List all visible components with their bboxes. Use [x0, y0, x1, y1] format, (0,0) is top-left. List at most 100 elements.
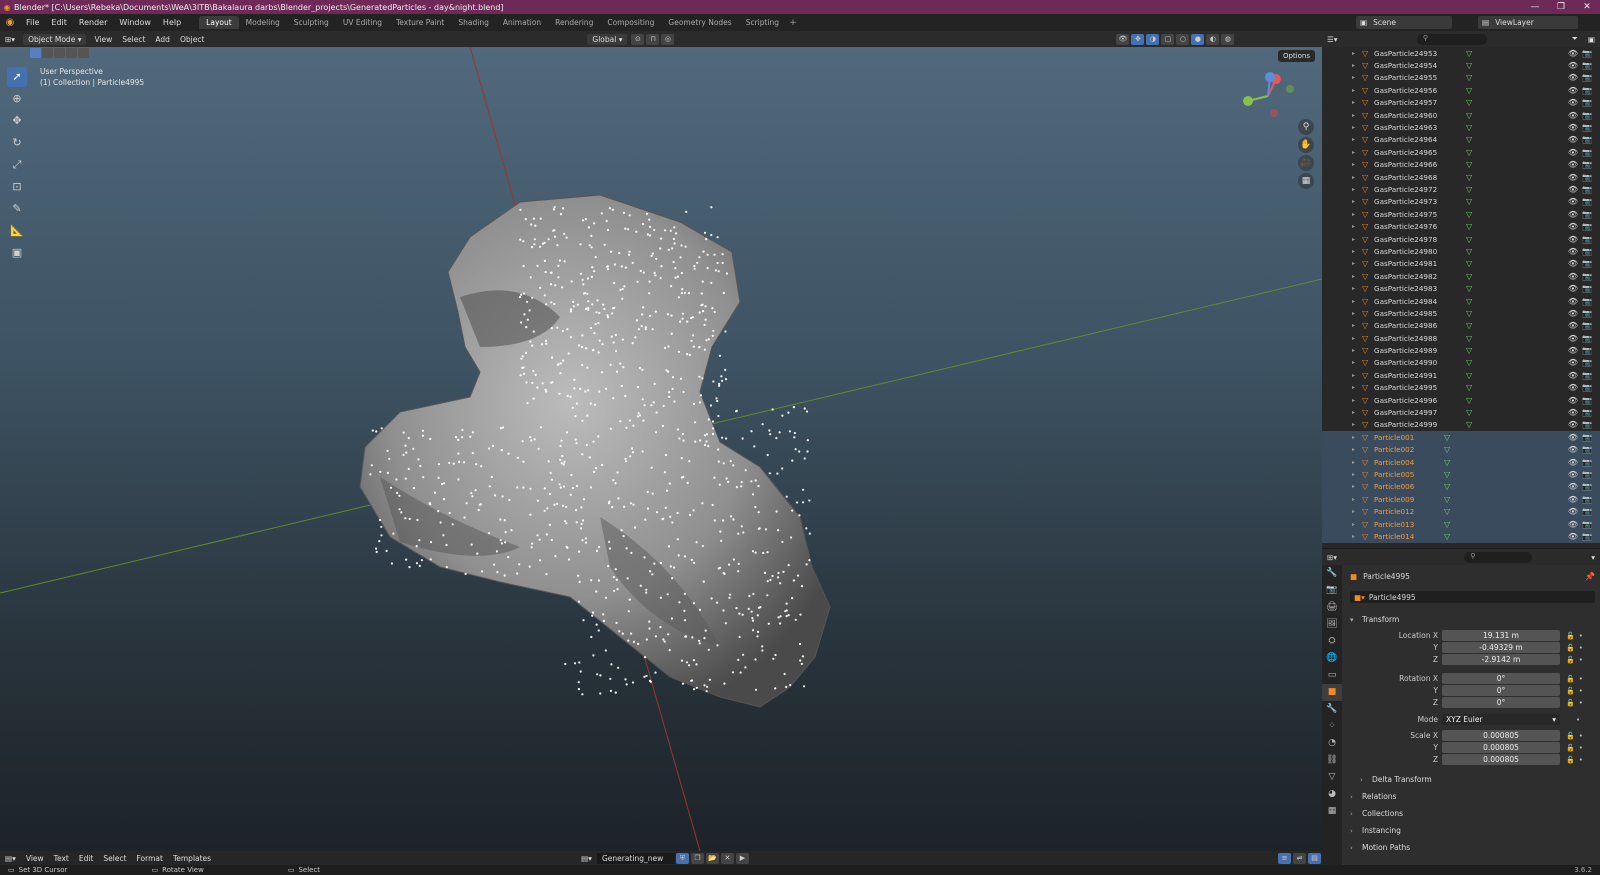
camera-render-icon[interactable]: 📷 — [1582, 73, 1592, 82]
expand-arrow-icon[interactable]: ▸ — [1352, 347, 1362, 354]
expand-arrow-icon[interactable]: ▸ — [1352, 471, 1362, 478]
tab-animation[interactable]: Animation — [496, 16, 548, 29]
menu-object[interactable]: Object — [175, 34, 209, 45]
expand-arrow-icon[interactable]: ▸ — [1352, 335, 1362, 342]
expand-arrow-icon[interactable]: ▸ — [1352, 533, 1362, 540]
camera-render-icon[interactable]: 📷 — [1582, 247, 1592, 256]
tab-scripting[interactable]: Scripting — [739, 16, 786, 29]
relations-panel[interactable]: › Relations — [1342, 789, 1592, 804]
camera-render-icon[interactable]: 📷 — [1582, 197, 1592, 206]
camera-render-icon[interactable]: 📷 — [1582, 49, 1592, 58]
tab-uv-editing[interactable]: UV Editing — [336, 16, 389, 29]
outliner-row[interactable]: ▸ ▽ Particle002 ▽ 👁 📷 — [1322, 443, 1600, 456]
eye-icon[interactable]: 👁 — [1568, 210, 1578, 219]
eye-icon[interactable]: 👁 — [1568, 482, 1578, 491]
eye-icon[interactable]: 👁 — [1568, 259, 1578, 268]
te-menu-templates[interactable]: Templates — [168, 853, 216, 864]
physics-tab-icon[interactable]: ◔ — [1322, 735, 1342, 752]
zoom-icon[interactable]: ⚲ — [1298, 119, 1314, 135]
outliner-row[interactable]: ▸ ▽ GasParticle24975 ▽ 👁 📷 — [1322, 208, 1600, 220]
rendered-shading-icon[interactable]: ◍ — [1221, 33, 1235, 45]
collections-panel[interactable]: › Collections — [1342, 806, 1592, 821]
duplicate-text-icon[interactable]: ❐ — [690, 852, 704, 864]
outliner-item-name[interactable]: GasParticle24965 — [1374, 148, 1466, 157]
expand-arrow-icon[interactable]: ▸ — [1352, 99, 1362, 106]
outliner-row[interactable]: ▸ ▽ GasParticle24976 ▽ 👁 📷 — [1322, 220, 1600, 232]
outliner-row[interactable]: ▸ ▽ GasParticle24986 ▽ 👁 📷 — [1322, 320, 1600, 332]
eye-icon[interactable]: 👁 — [1568, 135, 1578, 144]
outliner-item-name[interactable]: GasParticle24960 — [1374, 111, 1466, 120]
expand-arrow-icon[interactable]: ▸ — [1352, 409, 1362, 416]
eye-icon[interactable]: 👁 — [1568, 346, 1578, 355]
keyframe-dot-icon[interactable]: • — [1579, 744, 1583, 752]
select-intersect-icon[interactable] — [78, 48, 89, 58]
outliner-row[interactable]: ▸ ▽ GasParticle24963 ▽ 👁 📷 — [1322, 121, 1600, 133]
overlay-icon[interactable]: ◑ — [1146, 33, 1160, 45]
3d-viewport[interactable]: User Perspective (1) Collection | Partic… — [0, 47, 1322, 851]
camera-render-icon[interactable]: 📷 — [1582, 334, 1592, 343]
outliner-item-name[interactable]: GasParticle24982 — [1374, 272, 1466, 281]
text-file-name[interactable]: Generating_new — [596, 852, 675, 864]
outliner-row[interactable]: ▸ ▽ Particle013 ▽ 👁 📷 — [1322, 517, 1600, 531]
editor-type-icon[interactable]: ⊞▾ — [0, 34, 20, 45]
eye-icon[interactable]: 👁 — [1568, 148, 1578, 157]
expand-arrow-icon[interactable]: ▸ — [1352, 359, 1362, 366]
select-subtract-icon[interactable] — [54, 48, 65, 58]
expand-arrow-icon[interactable]: ▸ — [1352, 372, 1362, 379]
eye-icon[interactable]: 👁 — [1568, 309, 1578, 318]
particles-tab-icon[interactable]: ⁘ — [1322, 718, 1342, 735]
outliner-item-name[interactable]: GasParticle24990 — [1374, 358, 1466, 367]
select-extend-icon[interactable] — [42, 48, 53, 58]
menu-select[interactable]: Select — [117, 34, 150, 45]
lock-icon[interactable]: 🔓 — [1566, 644, 1575, 652]
move-tool-icon[interactable]: ✥ — [7, 111, 27, 131]
view-layer-selector[interactable]: ▤ ViewLayer — [1478, 16, 1578, 29]
lock-icon[interactable]: 🔓 — [1566, 744, 1575, 752]
scale-tool-icon[interactable]: ⤢ — [7, 155, 27, 175]
material-shading-icon[interactable]: ◐ — [1206, 33, 1220, 45]
outliner-row[interactable]: ▸ ▽ GasParticle24991 ▽ 👁 📷 — [1322, 369, 1600, 381]
camera-render-icon[interactable]: 📷 — [1582, 160, 1592, 169]
scene-selector[interactable]: ▣ Scene — [1356, 16, 1452, 29]
filter-icon[interactable]: ⏷ — [1567, 33, 1583, 45]
expand-arrow-icon[interactable]: ▸ — [1352, 124, 1362, 131]
outliner-item-name[interactable]: Particle002 — [1374, 445, 1444, 454]
outliner-item-name[interactable]: GasParticle24995 — [1374, 383, 1466, 392]
camera-render-icon[interactable]: 📷 — [1582, 123, 1592, 132]
tab-modeling[interactable]: Modeling — [239, 16, 287, 29]
fake-user-icon[interactable]: ⛨ — [675, 852, 689, 864]
outliner-item-name[interactable]: GasParticle24996 — [1374, 396, 1466, 405]
outliner-row[interactable]: ▸ ▽ GasParticle24995 ▽ 👁 📷 — [1322, 382, 1600, 394]
lock-icon[interactable]: 🔓 — [1566, 632, 1575, 640]
outliner-item-name[interactable]: GasParticle24991 — [1374, 371, 1466, 380]
camera-render-icon[interactable]: 📷 — [1582, 185, 1592, 194]
outliner-item-name[interactable]: Particle005 — [1374, 470, 1444, 479]
eye-icon[interactable]: 👁 — [1568, 284, 1578, 293]
outliner-row[interactable]: ▸ ▽ GasParticle24957 ▽ 👁 📷 — [1322, 97, 1600, 109]
menu-view[interactable]: View — [89, 34, 117, 45]
outliner-item-name[interactable]: GasParticle24964 — [1374, 135, 1466, 144]
eye-icon[interactable]: 👁 — [1568, 445, 1578, 454]
outliner-row[interactable]: ▸ ▽ GasParticle24997 ▽ 👁 📷 — [1322, 406, 1600, 418]
outliner-item-name[interactable]: Particle001 — [1374, 433, 1444, 442]
location-z-field[interactable]: -2.9142 m — [1442, 654, 1560, 665]
menu-window[interactable]: Window — [113, 18, 157, 27]
scale-z-field[interactable]: 0.000805 — [1442, 754, 1560, 765]
maximize-icon[interactable]: ❐ — [1548, 2, 1574, 12]
outliner-item-name[interactable]: GasParticle24955 — [1374, 73, 1466, 82]
expand-arrow-icon[interactable]: ▸ — [1352, 434, 1362, 441]
lock-icon[interactable]: 🔓 — [1566, 656, 1575, 664]
te-menu-format[interactable]: Format — [132, 853, 168, 864]
outliner-row[interactable]: ▸ ▽ GasParticle24972 ▽ 👁 📷 — [1322, 183, 1600, 195]
eye-icon[interactable]: 👁 — [1568, 61, 1578, 70]
properties-editor-type-icon[interactable]: ⊞▾ — [1322, 552, 1342, 563]
motion-paths-panel[interactable]: › Motion Paths — [1342, 840, 1592, 855]
outliner-item-name[interactable]: GasParticle24954 — [1374, 61, 1466, 70]
camera-render-icon[interactable]: 📷 — [1582, 396, 1592, 405]
camera-render-icon[interactable]: 📷 — [1582, 445, 1592, 454]
outliner-item-name[interactable]: GasParticle24975 — [1374, 210, 1466, 219]
outliner-row[interactable]: ▸ ▽ GasParticle24989 ▽ 👁 📷 — [1322, 344, 1600, 356]
outliner-item-name[interactable]: GasParticle24997 — [1374, 408, 1466, 417]
expand-arrow-icon[interactable]: ▸ — [1352, 186, 1362, 193]
transform-panel-header[interactable]: ▾ Transform — [1342, 612, 1592, 627]
